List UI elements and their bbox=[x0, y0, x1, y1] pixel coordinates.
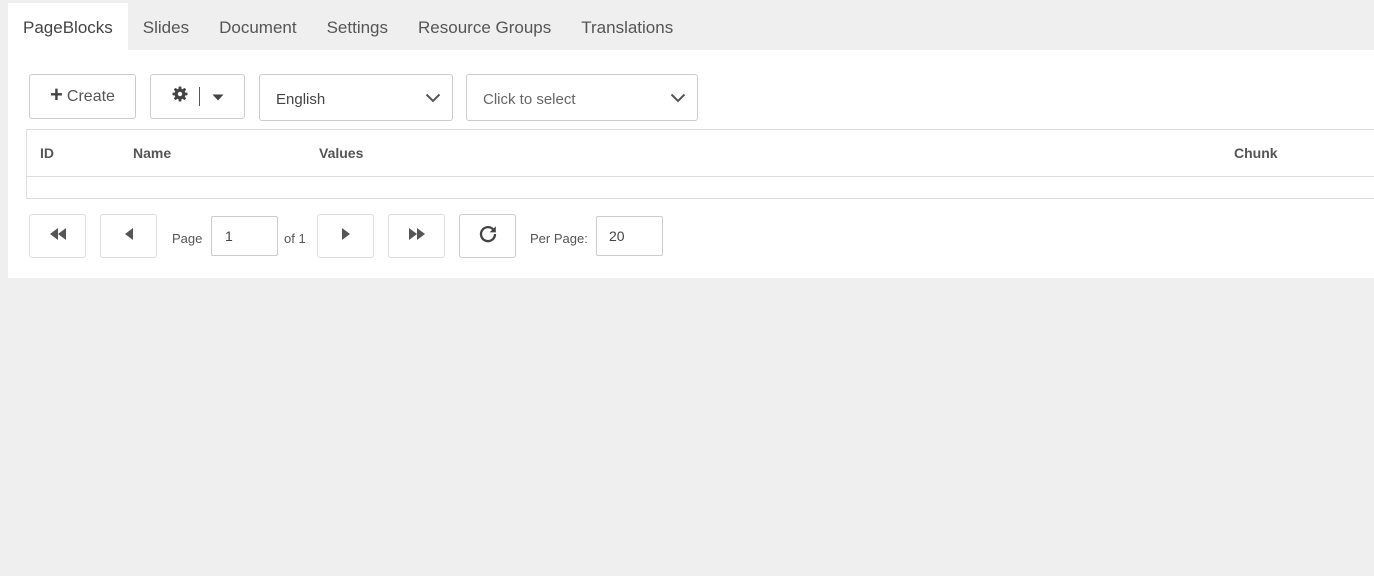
filter-select-placeholder: Click to select bbox=[483, 91, 576, 108]
tab-document[interactable]: Document bbox=[204, 3, 311, 50]
left-icon bbox=[124, 227, 134, 246]
grid-header: ID Name Values Chunk bbox=[27, 130, 1374, 177]
tab-pageblocks[interactable]: PageBlocks bbox=[8, 3, 128, 50]
tab-resource-groups[interactable]: Resource Groups bbox=[403, 3, 566, 50]
chevron-down-icon bbox=[425, 90, 441, 110]
last-page-button[interactable] bbox=[388, 214, 445, 258]
language-select[interactable]: English bbox=[259, 74, 453, 121]
data-grid: ID Name Values Chunk bbox=[26, 129, 1374, 199]
filter-select[interactable]: Click to select bbox=[466, 74, 698, 121]
tab-bar: PageBlocks Slides Document Settings Reso… bbox=[8, 3, 688, 50]
first-page-button[interactable] bbox=[29, 214, 86, 258]
page-number-input[interactable]: 1 bbox=[211, 216, 278, 256]
column-header-id[interactable]: ID bbox=[40, 145, 54, 161]
previous-page-button[interactable] bbox=[100, 214, 157, 258]
create-button-label: Create bbox=[66, 87, 115, 105]
tab-slides[interactable]: Slides bbox=[128, 3, 204, 50]
page-label: Page bbox=[172, 231, 203, 246]
chevron-down-icon bbox=[670, 90, 686, 110]
column-header-chunk[interactable]: Chunk bbox=[1234, 145, 1278, 161]
tab-panel: + Create English Click to select ID Name… bbox=[8, 50, 1374, 278]
column-header-values[interactable]: Values bbox=[319, 145, 363, 161]
right-icon bbox=[341, 227, 351, 246]
next-page-button[interactable] bbox=[317, 214, 374, 258]
gear-icon bbox=[172, 86, 188, 107]
per-page-label: Per Page: bbox=[530, 231, 588, 246]
double-left-icon bbox=[48, 227, 68, 246]
language-select-value: English bbox=[276, 91, 326, 108]
tab-translations[interactable]: Translations bbox=[566, 3, 688, 50]
settings-menu-button[interactable] bbox=[150, 74, 245, 119]
refresh-button[interactable] bbox=[459, 214, 516, 258]
create-button[interactable]: + Create bbox=[29, 74, 136, 119]
tab-settings[interactable]: Settings bbox=[312, 3, 403, 50]
refresh-icon bbox=[478, 224, 498, 249]
page-count-label: of 1 bbox=[284, 231, 306, 246]
plus-icon: + bbox=[50, 82, 63, 107]
double-right-icon bbox=[407, 227, 427, 246]
per-page-input[interactable]: 20 bbox=[596, 216, 663, 256]
button-divider bbox=[198, 87, 200, 106]
caret-down-icon bbox=[212, 88, 224, 106]
column-header-name[interactable]: Name bbox=[133, 145, 171, 161]
